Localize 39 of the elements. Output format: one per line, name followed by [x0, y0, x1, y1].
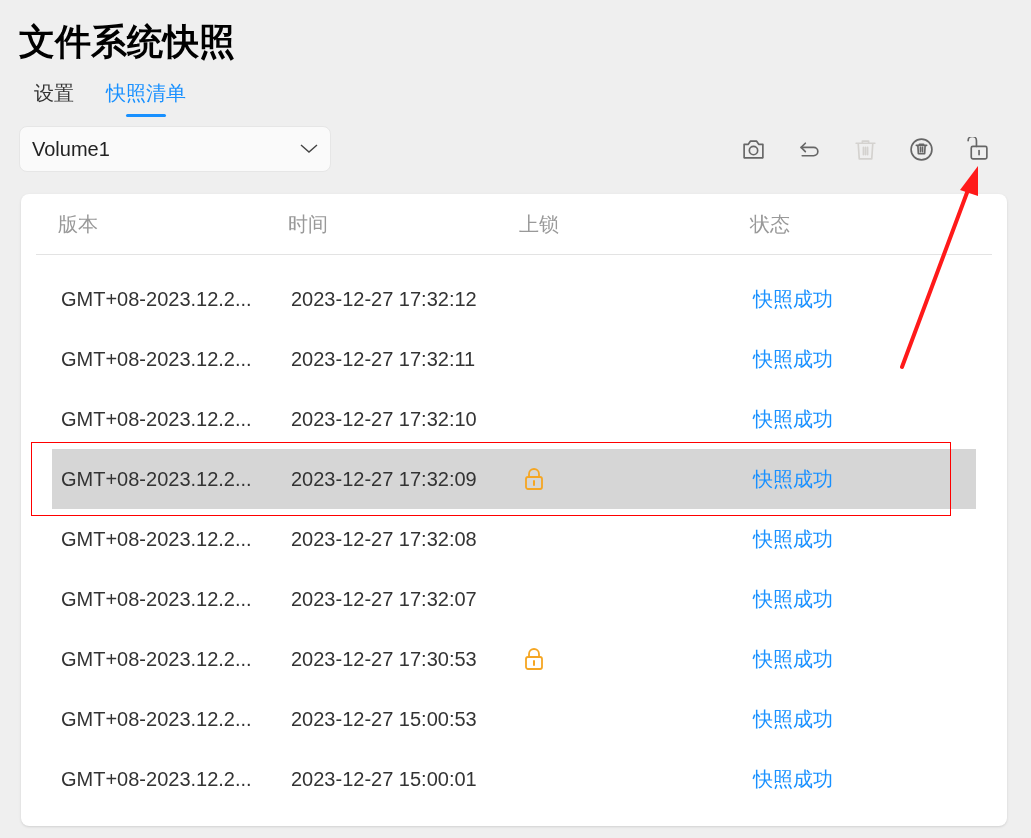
- status-cell-text: 快照成功: [753, 287, 834, 312]
- status-cell-text: 快照成功: [753, 707, 834, 732]
- status-cell-text: 快照成功: [753, 527, 834, 552]
- time-cell-text: 2023-12-27 17:30:53: [291, 647, 478, 672]
- time-cell-text: 2023-12-27 17:32:10: [291, 407, 478, 432]
- status-cell-text: 快照成功: [753, 587, 834, 612]
- unlock-icon: [964, 136, 990, 162]
- time-cell-text: 2023-12-27 17:32:12: [291, 287, 478, 312]
- status-cell-text: 快照成功: [753, 767, 834, 792]
- page-title: 文件系统快照: [19, 20, 236, 64]
- chevron-down-icon: [300, 144, 318, 154]
- version-cell-text: GMT+08-2023.12.2...: [61, 707, 253, 732]
- time-cell-text: 2023-12-27 17:32:09: [291, 467, 478, 492]
- version-cell-text: GMT+08-2023.12.2...: [61, 527, 253, 552]
- column-header: 上锁: [519, 212, 560, 237]
- time-cell-text: 2023-12-27 15:00:01: [291, 767, 478, 792]
- column-header: 状态: [750, 212, 791, 237]
- status-cell-text: 快照成功: [753, 647, 834, 672]
- column-header: 时间: [288, 212, 329, 237]
- status-cell-text: 快照成功: [753, 347, 834, 372]
- status-cell-text: 快照成功: [753, 407, 834, 432]
- table-row[interactable]: GMT+08-2023.12.2... 2023-12-27 17:32:09 快照成功: [52, 449, 976, 509]
- volume-dropdown[interactable]: Volume1: [19, 126, 331, 172]
- tab[interactable]: 设置: [34, 78, 74, 114]
- dropdown-value: Volume1: [32, 137, 110, 162]
- time-cell-text: 2023-12-27 17:32:08: [291, 527, 478, 552]
- version-cell-text: GMT+08-2023.12.2...: [61, 407, 253, 432]
- version-cell-text: GMT+08-2023.12.2...: [61, 647, 253, 672]
- version-cell-text: GMT+08-2023.12.2...: [61, 767, 253, 792]
- version-cell-text: GMT+08-2023.12.2...: [61, 347, 253, 372]
- column-header: 版本: [58, 212, 99, 237]
- version-cell-text: GMT+08-2023.12.2...: [61, 587, 253, 612]
- time-cell-text: 2023-12-27 17:32:07: [291, 587, 478, 612]
- version-cell-text: GMT+08-2023.12.2...: [61, 287, 253, 312]
- version-cell-text: GMT+08-2023.12.2...: [61, 467, 253, 492]
- time-cell-text: 2023-12-27 15:00:53: [291, 707, 478, 732]
- trash-circle-icon: [908, 136, 934, 162]
- status-cell-text: 快照成功: [753, 467, 834, 492]
- time-cell-text: 2023-12-27 17:32:11: [291, 347, 477, 372]
